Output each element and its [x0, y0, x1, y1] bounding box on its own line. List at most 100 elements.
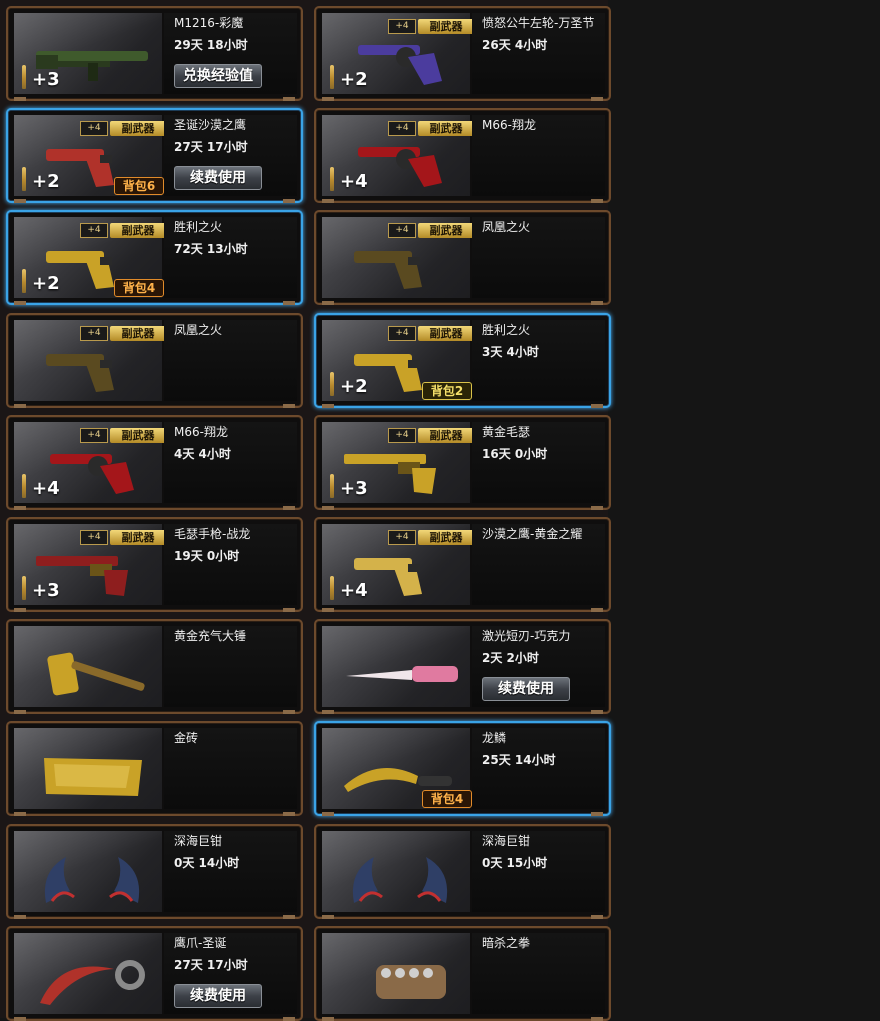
- frame-corner: [283, 404, 295, 408]
- inventory-grid: +3 M1216-彩魔 29天 18小时 兑换经验值 +4 副武器 +2 愤怒公牛左轮-万圣节…: [0, 0, 611, 1021]
- inventory-item-card[interactable]: +4 副武器 +2 背包6 圣诞沙漠之鹰 27天 17小时 续费使用: [6, 108, 303, 203]
- upgrade-level: +2: [32, 171, 60, 192]
- upgrade-level: +2: [340, 69, 368, 90]
- level-tag: +4: [388, 326, 416, 341]
- frame-corner: [283, 608, 295, 612]
- inventory-item-card[interactable]: +4 副武器 +2 愤怒公牛左轮-万圣节 26天 4小时: [314, 6, 611, 101]
- secondary-weapon-badge: 副武器: [418, 326, 474, 341]
- item-name: 愤怒公牛左轮-万圣节: [482, 16, 595, 30]
- frame-corner: [283, 915, 295, 919]
- frame-corner: [283, 812, 295, 816]
- renew-button[interactable]: 续费使用: [174, 166, 262, 190]
- inventory-item-card[interactable]: +4 副武器 +3 黄金毛瑟 16天 0小时: [314, 415, 611, 510]
- item-name: 鹰爪-圣诞: [174, 936, 227, 950]
- frame-corner: [591, 812, 603, 816]
- secondary-weapon-badge: 副武器: [418, 428, 474, 443]
- bullet-icon: [22, 474, 26, 498]
- item-name: M66-翔龙: [482, 118, 536, 132]
- bullet-icon: [330, 372, 334, 396]
- item-remaining-time: 16天 0小时: [482, 447, 548, 461]
- inventory-item-card[interactable]: 深海巨钳 0天 15小时: [314, 824, 611, 919]
- inventory-item-card[interactable]: +4 副武器 +3 毛瑟手枪-战龙 19天 0小时: [6, 517, 303, 612]
- inventory-item-card[interactable]: +4 副武器 +2 背包4 胜利之火 72天 13小时: [6, 210, 303, 305]
- level-tag: +4: [80, 428, 108, 443]
- item-remaining-time: 25天 14小时: [482, 753, 556, 767]
- level-tag: +4: [80, 530, 108, 545]
- secondary-weapon-badge: 副武器: [418, 223, 474, 238]
- inventory-item-card[interactable]: +4 副武器 +2 背包2 胜利之火 3天 4小时: [314, 313, 611, 408]
- bag-slot-badge: 背包4: [114, 279, 164, 297]
- item-remaining-time: 72天 13小时: [174, 242, 248, 256]
- upgrade-level: +2: [340, 376, 368, 397]
- karambit-icon: [30, 953, 154, 1009]
- frame-corner: [14, 915, 26, 919]
- hammer-icon: [30, 646, 154, 702]
- item-name: 暗杀之拳: [482, 936, 531, 950]
- item-name: 金砖: [174, 731, 199, 745]
- inventory-item-card[interactable]: 背包4 龙鳞 25天 14小时: [314, 721, 611, 816]
- item-remaining-time: 3天 4小时: [482, 345, 539, 359]
- item-name: 胜利之火: [482, 323, 531, 337]
- item-remaining-time: 26天 4小时: [482, 38, 548, 52]
- level-tag: +4: [388, 223, 416, 238]
- inventory-item-card[interactable]: +4 副武器 +4 M66-翔龙 4天 4小时: [6, 415, 303, 510]
- secondary-weapon-badge: 副武器: [418, 530, 474, 545]
- inventory-item-card[interactable]: 暗杀之拳: [314, 926, 611, 1021]
- bullet-icon: [330, 65, 334, 89]
- inventory-item-card[interactable]: 激光短刃-巧克力 2天 2小时 续费使用: [314, 619, 611, 714]
- item-name: 黄金充气大锤: [174, 629, 247, 643]
- secondary-weapon-badge: 副武器: [418, 121, 474, 136]
- pistol-icon: [338, 237, 462, 293]
- level-tag: +4: [80, 326, 108, 341]
- bullet-icon: [22, 65, 26, 89]
- frame-corner: [322, 506, 334, 510]
- item-name: M1216-彩魔: [174, 16, 244, 30]
- bag-slot-badge: 背包2: [422, 382, 472, 400]
- secondary-weapon-badge: 副武器: [110, 121, 166, 136]
- exchange-exp-button[interactable]: 兑换经验值: [174, 64, 262, 88]
- inventory-item-card[interactable]: +4 副武器 +4 M66-翔龙: [314, 108, 611, 203]
- frame-corner: [14, 301, 26, 305]
- frame-corner: [322, 915, 334, 919]
- item-remaining-time: 19天 0小时: [174, 549, 240, 563]
- frame-corner: [591, 404, 603, 408]
- item-thumbnail: [14, 831, 162, 912]
- item-thumbnail: [14, 728, 162, 809]
- frame-corner: [591, 506, 603, 510]
- inventory-item-card[interactable]: 鹰爪-圣诞 27天 17小时 续费使用: [6, 926, 303, 1021]
- item-thumbnail: +4 副武器 +2 背包2: [322, 320, 474, 401]
- renew-button[interactable]: 续费使用: [482, 677, 570, 701]
- inventory-item-card[interactable]: 黄金充气大锤: [6, 619, 303, 714]
- item-remaining-time: 27天 17小时: [174, 140, 248, 154]
- inventory-item-card[interactable]: 金砖: [6, 721, 303, 816]
- frame-corner: [322, 301, 334, 305]
- inventory-item-card[interactable]: +4 副武器 凤凰之火: [314, 210, 611, 305]
- item-thumbnail: +4 副武器: [14, 320, 166, 401]
- inventory-item-card[interactable]: 深海巨钳 0天 14小时: [6, 824, 303, 919]
- item-thumbnail: +3: [14, 13, 162, 94]
- upgrade-level: +4: [340, 580, 368, 601]
- upgrade-level: +2: [32, 273, 60, 294]
- claws-icon: [338, 851, 462, 907]
- inventory-item-card[interactable]: +4 副武器 凤凰之火: [6, 313, 303, 408]
- frame-corner: [322, 710, 334, 714]
- item-thumbnail: [322, 626, 470, 707]
- bag-slot-badge: 背包6: [114, 177, 164, 195]
- frame-corner: [14, 97, 26, 101]
- level-tag: +4: [388, 121, 416, 136]
- upgrade-level: +4: [32, 478, 60, 499]
- item-thumbnail: +4 副武器 +2: [322, 13, 474, 94]
- frame-corner: [283, 301, 295, 305]
- frame-corner: [14, 506, 26, 510]
- frame-corner: [322, 608, 334, 612]
- item-name: 凤凰之火: [174, 323, 223, 337]
- item-thumbnail: +4 副武器 +4: [322, 524, 474, 605]
- bullet-icon: [22, 576, 26, 600]
- item-thumbnail: [322, 831, 470, 912]
- frame-corner: [14, 812, 26, 816]
- item-thumbnail: +4 副武器: [322, 217, 474, 298]
- renew-button[interactable]: 续费使用: [174, 984, 262, 1008]
- inventory-item-card[interactable]: +4 副武器 +4 沙漠之鹰-黄金之耀: [314, 517, 611, 612]
- inventory-item-card[interactable]: +3 M1216-彩魔 29天 18小时 兑换经验值: [6, 6, 303, 101]
- secondary-weapon-badge: 副武器: [110, 530, 166, 545]
